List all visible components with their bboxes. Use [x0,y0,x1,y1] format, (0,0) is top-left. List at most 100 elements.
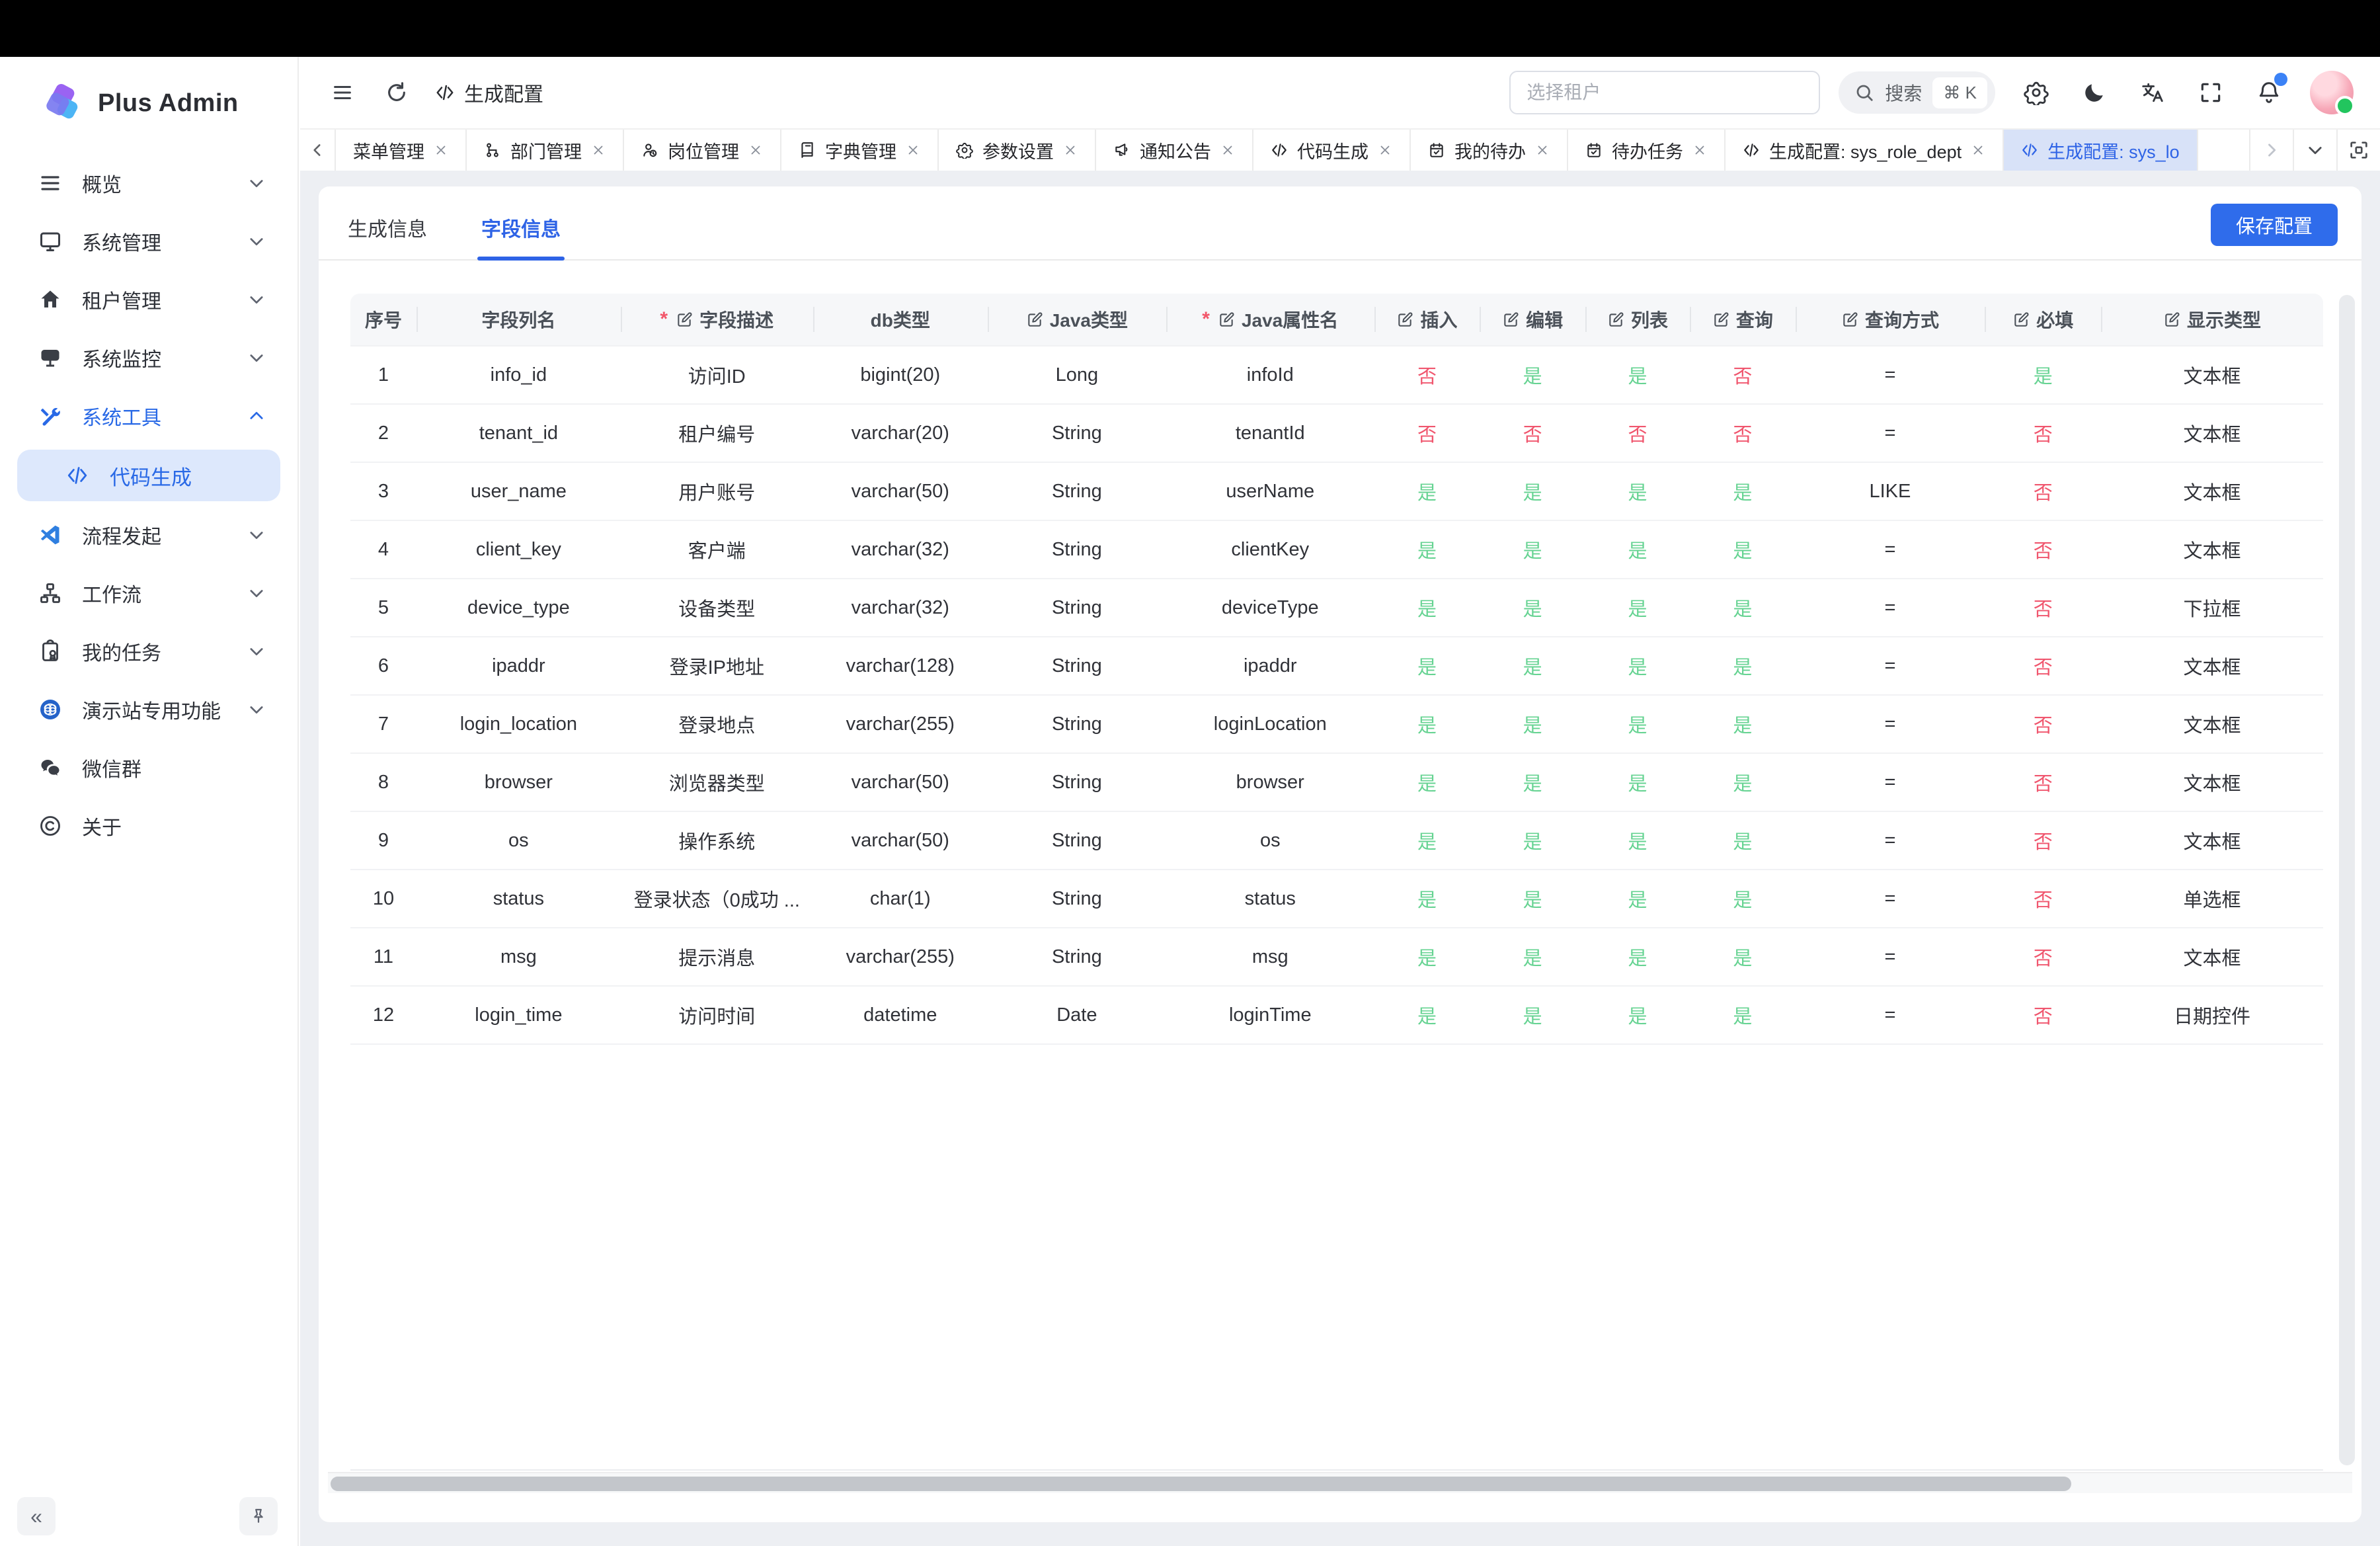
cell-查询方式[interactable]: LIKE [1796,463,1985,520]
save-config-button[interactable]: 保存配置 [2211,204,2338,246]
cell-字段描述[interactable]: 访问ID [621,346,813,403]
cell-字段描述[interactable]: 用户账号 [621,463,813,520]
column-header-10[interactable]: 查询方式 [1796,294,1985,345]
cell-插入[interactable]: 是 [1374,579,1480,636]
sidebar-item-8[interactable]: 演示站专用功能 [0,685,298,734]
cell-Java属性名[interactable]: clientKey [1166,521,1374,578]
cell-编辑[interactable]: 是 [1480,346,1585,403]
cell-插入[interactable]: 是 [1374,521,1480,578]
cell-查询方式[interactable]: = [1796,521,1985,578]
table-row-browser[interactable]: 8browser浏览器类型varchar(50)Stringbrowser是是是… [350,754,2323,812]
column-header-8[interactable]: 列表 [1585,294,1690,345]
table-row-status[interactable]: 10status登录状态（0成功 ...char(1)Stringstatus是… [350,870,2323,928]
cell-Java属性名[interactable]: loginTime [1166,987,1374,1043]
sidebar-collapse-button[interactable]: « [17,1497,56,1535]
table-row-ipaddr[interactable]: 6ipaddr登录IP地址varchar(128)Stringipaddr是是是… [350,637,2323,696]
column-header-2[interactable]: *字段描述 [621,294,813,345]
cell-必填[interactable]: 否 [1985,579,2101,636]
cell-Java类型[interactable]: Date [988,987,1166,1043]
cell-列表[interactable]: 是 [1585,812,1690,869]
cell-必填[interactable]: 否 [1985,754,2101,811]
menu-toggle-button[interactable] [327,77,358,108]
cell-查询方式[interactable]: = [1796,870,1985,927]
cell-Java类型[interactable]: String [988,696,1166,753]
cell-Java类型[interactable]: Long [988,346,1166,403]
cell-列表[interactable]: 是 [1585,870,1690,927]
cell-Java类型[interactable]: String [988,405,1166,462]
column-header-3[interactable]: db类型 [813,294,988,345]
cell-db类型[interactable]: varchar(50) [813,463,988,520]
cell-查询[interactable]: 否 [1690,346,1796,403]
close-icon[interactable] [1535,143,1550,157]
cell-插入[interactable]: 否 [1374,346,1480,403]
column-header-7[interactable]: 编辑 [1480,294,1585,345]
cell-查询方式[interactable]: = [1796,812,1985,869]
cell-查询方式[interactable]: = [1796,405,1985,462]
cell-列表[interactable]: 是 [1585,521,1690,578]
cell-编辑[interactable]: 是 [1480,696,1585,753]
cell-必填[interactable]: 否 [1985,696,2101,753]
table-row-device_type[interactable]: 5device_type设备类型varchar(32)StringdeviceT… [350,579,2323,637]
table-row-login_time[interactable]: 12login_time访问时间datetimeDateloginTime是是是… [350,987,2323,1045]
cell-字段列名[interactable]: msg [416,928,621,985]
cell-db类型[interactable]: varchar(255) [813,928,988,985]
close-icon[interactable] [1063,143,1078,157]
cell-列表[interactable]: 是 [1585,463,1690,520]
page-tab-8[interactable]: 待办任务 [1568,130,1726,171]
cell-Java属性名[interactable]: infoId [1166,346,1374,403]
column-header-12[interactable]: 显示类型 [2101,294,2323,345]
cell-查询[interactable]: 是 [1690,870,1796,927]
cell-插入[interactable]: 是 [1374,928,1480,985]
cell-插入[interactable]: 否 [1374,405,1480,462]
cell-Java类型[interactable]: String [988,463,1166,520]
cell-查询[interactable]: 否 [1690,405,1796,462]
cell-编辑[interactable]: 是 [1480,637,1585,694]
cell-Java类型[interactable]: String [988,521,1166,578]
cell-字段列名[interactable]: os [416,812,621,869]
cell-Java类型[interactable]: String [988,870,1166,927]
cell-字段描述[interactable]: 登录IP地址 [621,637,813,694]
cell-显示类型[interactable]: 日期控件 [2101,987,2323,1043]
cell-必填[interactable]: 否 [1985,463,2101,520]
cell-Java属性名[interactable]: msg [1166,928,1374,985]
cell-查询方式[interactable]: = [1796,696,1985,753]
cell-显示类型[interactable]: 下拉框 [2101,579,2323,636]
cell-db类型[interactable]: varchar(32) [813,521,988,578]
table-row-user_name[interactable]: 3user_name用户账号varchar(50)StringuserName是… [350,463,2323,521]
sidebar-item-2[interactable]: 租户管理 [0,275,298,324]
tabs-scroll-right-button[interactable] [2249,130,2293,171]
cell-字段描述[interactable]: 租户编号 [621,405,813,462]
global-search-button[interactable]: 搜索 ⌘ K [1839,71,1995,114]
cell-查询[interactable]: 是 [1690,463,1796,520]
cell-查询[interactable]: 是 [1690,754,1796,811]
cell-查询[interactable]: 是 [1690,928,1796,985]
cell-编辑[interactable]: 是 [1480,870,1585,927]
notifications-button[interactable] [2252,75,2286,110]
horizontal-scrollbar-thumb[interactable] [331,1477,2071,1491]
page-tab-9[interactable]: 生成配置: sys_role_dept [1726,130,2004,171]
cell-显示类型[interactable]: 文本框 [2101,521,2323,578]
cell-插入[interactable]: 是 [1374,696,1480,753]
cell-db类型[interactable]: varchar(32) [813,579,988,636]
close-icon[interactable] [1220,143,1235,157]
close-icon[interactable] [748,143,763,157]
cell-db类型[interactable]: varchar(128) [813,637,988,694]
cell-db类型[interactable]: varchar(50) [813,754,988,811]
cell-Java类型[interactable]: String [988,928,1166,985]
column-header-6[interactable]: 插入 [1374,294,1480,345]
page-tab-5[interactable]: 通知公告 [1096,130,1253,171]
cell-Java属性名[interactable]: status [1166,870,1374,927]
dark-mode-button[interactable] [2077,75,2112,110]
cell-插入[interactable]: 是 [1374,870,1480,927]
fullscreen-button[interactable] [2194,75,2228,110]
cell-列表[interactable]: 是 [1585,754,1690,811]
cell-显示类型[interactable]: 文本框 [2101,754,2323,811]
cell-列表[interactable]: 否 [1585,405,1690,462]
sidebar-item-9[interactable]: 微信群 [0,743,298,792]
cell-查询方式[interactable]: = [1796,754,1985,811]
sidebar-item-1[interactable]: 系统管理 [0,217,298,266]
cell-字段描述[interactable]: 登录地点 [621,696,813,753]
cell-db类型[interactable]: varchar(255) [813,696,988,753]
sidebar-item-0[interactable]: 概览 [0,159,298,208]
cell-编辑[interactable]: 是 [1480,812,1585,869]
